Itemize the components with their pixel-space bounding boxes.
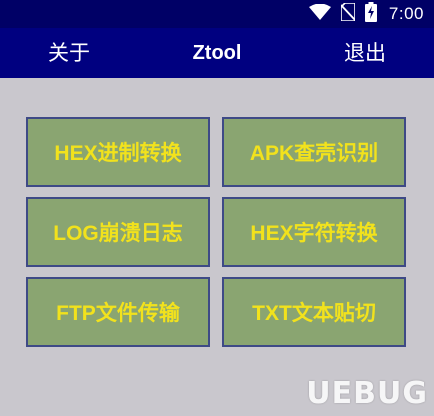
hex-convert-button[interactable]: HEX进制转换 xyxy=(26,117,210,187)
apk-shell-detect-button[interactable]: APK查壳识别 xyxy=(222,117,406,187)
main-content: HEX进制转换 APK查壳识别 LOG崩溃日志 HEX字符转换 FTP文件传输 … xyxy=(0,78,434,416)
watermark-text: UEBUG xyxy=(306,375,428,411)
txt-paste-button[interactable]: TXT文本贴切 xyxy=(222,277,406,347)
no-sim-icon xyxy=(340,1,356,26)
app-bar: 关于 Ztool 退出 xyxy=(0,28,434,78)
exit-button[interactable]: 退出 xyxy=(344,28,386,78)
status-bar: 7:00 xyxy=(0,0,434,28)
watermark: UEBUG xyxy=(306,375,428,411)
status-time: 7:00 xyxy=(388,4,424,23)
ftp-transfer-button[interactable]: FTP文件传输 xyxy=(26,277,210,347)
status-icons: 7:00 xyxy=(308,0,424,28)
hex-char-convert-button[interactable]: HEX字符转换 xyxy=(222,197,406,267)
battery-charging-icon xyxy=(364,1,377,27)
log-crash-button[interactable]: LOG崩溃日志 xyxy=(26,197,210,267)
wifi-icon xyxy=(308,3,331,25)
